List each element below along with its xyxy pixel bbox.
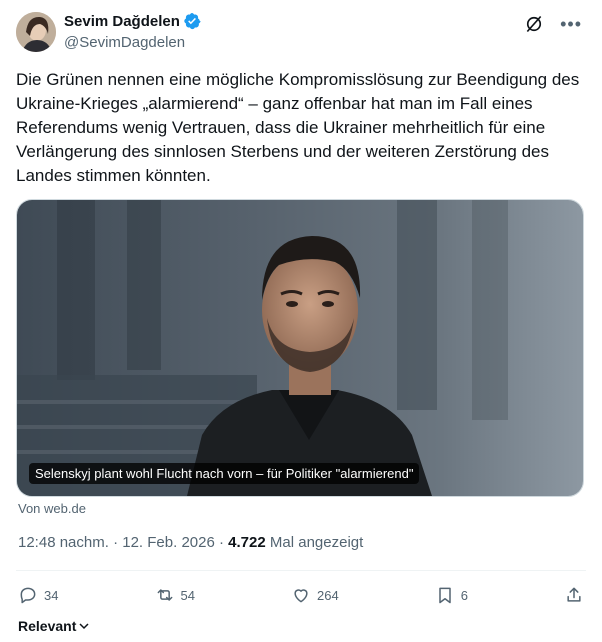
more-options-icon[interactable]: ••• bbox=[560, 15, 582, 33]
bookmark-button[interactable]: 6 bbox=[435, 585, 468, 605]
grok-icon[interactable] bbox=[524, 14, 544, 34]
share-icon bbox=[567, 587, 581, 602]
meta-separator: · bbox=[113, 534, 119, 551]
divider bbox=[16, 570, 586, 571]
chevron-down-icon bbox=[79, 623, 89, 630]
author-handle[interactable]: @SevimDagdelen bbox=[64, 34, 185, 51]
repost-count: 54 bbox=[180, 587, 195, 603]
repost-button[interactable]: 54 bbox=[155, 585, 195, 605]
tweet-text: Die Grünen nennen eine mögliche Kompromi… bbox=[16, 70, 580, 185]
bookmark-count: 6 bbox=[460, 587, 468, 603]
card-caption: Selenskyj plant wohl Flucht nach vorn – … bbox=[29, 463, 420, 484]
link-card-image[interactable]: Selenskyj plant wohl Flucht nach vorn – … bbox=[16, 199, 584, 497]
replies-sort-dropdown[interactable]: Relevant bbox=[18, 618, 90, 634]
avatar-image bbox=[16, 12, 56, 52]
verified-badge-icon bbox=[184, 12, 201, 30]
reply-button[interactable]: 34 bbox=[18, 585, 58, 605]
like-count: 264 bbox=[317, 587, 339, 603]
action-bar: 34 54 264 6 bbox=[18, 583, 584, 607]
author-avatar[interactable] bbox=[16, 12, 56, 52]
reply-count: 34 bbox=[44, 587, 59, 603]
meta-separator: · bbox=[219, 534, 224, 551]
share-button[interactable] bbox=[564, 585, 584, 605]
replies-sort-label: Relevant bbox=[18, 618, 77, 634]
view-count-label: Mal angezeigt bbox=[269, 534, 364, 551]
like-button[interactable]: 264 bbox=[291, 585, 339, 605]
heart-icon bbox=[294, 589, 308, 603]
bookmark-icon bbox=[438, 587, 451, 604]
tweet-time[interactable]: 12:48 nachm. bbox=[18, 534, 109, 551]
repost-icon bbox=[157, 589, 172, 601]
tweet-meta: 12:48 nachm. · 12. Feb. 2026 · 4.722 Mal… bbox=[18, 534, 363, 551]
card-source[interactable]: Von web.de bbox=[18, 501, 86, 516]
reply-icon bbox=[20, 587, 36, 604]
tweet-date[interactable]: 12. Feb. 2026 bbox=[122, 534, 215, 551]
view-count: 4.722 bbox=[228, 534, 266, 551]
author-name[interactable]: Sevim Dağdelen bbox=[64, 13, 180, 30]
card-photo bbox=[17, 200, 583, 496]
